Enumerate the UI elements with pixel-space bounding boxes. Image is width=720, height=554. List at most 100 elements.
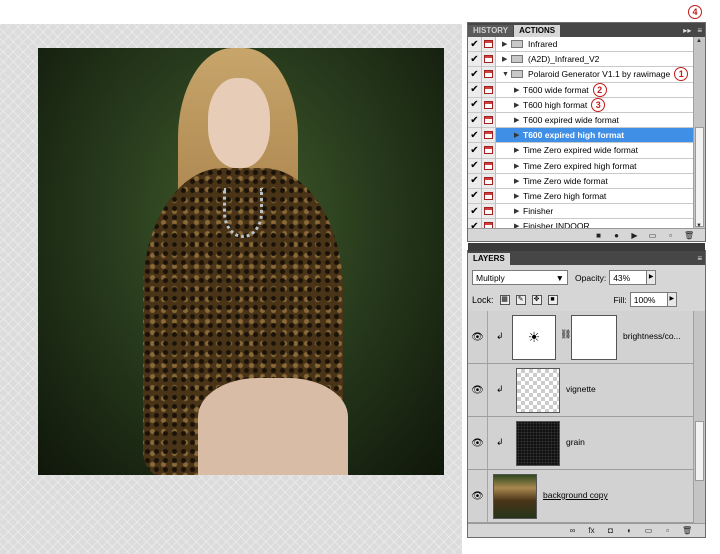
action-row[interactable]: ✔ ▶ T600 expired high format — [468, 127, 693, 144]
scroll-up-icon[interactable]: ▲ — [696, 38, 702, 44]
delete-icon[interactable]: 🗑 — [684, 231, 694, 240]
expand-right-icon[interactable]: ▶ — [514, 162, 523, 170]
play-icon[interactable]: ▶ — [630, 231, 639, 240]
new-action-icon[interactable]: ▫ — [666, 231, 675, 240]
action-row[interactable]: ✔ ▶ Time Zero expired wide format — [468, 142, 693, 159]
expand-right-icon[interactable]: ▶ — [514, 192, 523, 200]
layer-mask-thumbnail[interactable] — [571, 315, 617, 360]
new-layer-icon[interactable]: ▫ — [663, 526, 672, 535]
link-icon[interactable]: ⛓ — [560, 329, 571, 340]
lock-position-icon[interactable]: ✥ — [531, 294, 542, 305]
add-mask-icon[interactable]: ◘ — [606, 526, 615, 535]
action-row[interactable]: ✔ ▶ T600 wide format 2 — [468, 82, 693, 98]
action-label: Time Zero high format — [523, 190, 607, 201]
toggle-check-icon[interactable]: ✔ — [468, 112, 482, 128]
dialog-toggle-icon[interactable] — [482, 37, 496, 52]
collapse-panel-icon[interactable]: ▸▸ — [680, 25, 694, 37]
lock-all-icon[interactable]: ■ — [547, 294, 558, 305]
dialog-toggle-icon[interactable] — [482, 158, 496, 174]
new-group-icon[interactable]: ▭ — [644, 526, 653, 535]
layer-row[interactable]: 👁 background copy — [468, 470, 693, 523]
action-row[interactable]: ✔ ▶ Time Zero expired high format — [468, 158, 693, 174]
toggle-check-icon[interactable]: ✔ — [468, 97, 482, 113]
adjustment-layer-icon[interactable]: ◐ — [625, 526, 634, 535]
expand-down-icon[interactable]: ▼ — [502, 71, 511, 78]
scroll-thumb[interactable] — [695, 421, 704, 481]
record-icon[interactable]: ● — [612, 231, 621, 240]
expand-right-icon[interactable]: ▶ — [514, 207, 523, 215]
toggle-check-icon[interactable]: ✔ — [468, 203, 482, 219]
dialog-toggle-icon[interactable] — [482, 142, 496, 158]
dialog-toggle-icon[interactable] — [482, 97, 496, 113]
panel-menu-icon[interactable]: ≡ — [694, 25, 705, 37]
toggle-check-icon[interactable]: ✔ — [468, 51, 482, 67]
expand-right-icon[interactable]: ▶ — [514, 116, 523, 124]
layer-name[interactable]: background copy — [543, 490, 608, 500]
dialog-toggle-icon[interactable] — [482, 82, 496, 98]
dialog-toggle-icon[interactable] — [482, 127, 496, 143]
toggle-check-icon[interactable]: ✔ — [468, 66, 482, 82]
adjustment-thumbnail: ☀ — [512, 315, 556, 360]
toggle-check-icon[interactable]: ✔ — [468, 127, 482, 143]
expand-right-icon[interactable]: ▶ — [514, 131, 523, 139]
layer-name[interactable]: vignette — [566, 384, 596, 394]
action-set-row[interactable]: ✔ ▼ Polaroid Generator V1.1 by rawimage 1 — [468, 66, 693, 83]
layers-scrollbar[interactable] — [693, 311, 705, 523]
visibility-eye-icon[interactable]: 👁 — [468, 364, 488, 416]
visibility-eye-icon[interactable]: 👁 — [468, 470, 488, 522]
new-set-icon[interactable]: ▭ — [648, 231, 657, 240]
toggle-check-icon[interactable]: ✔ — [468, 158, 482, 174]
layer-row[interactable]: 👁 ↲ ☀ ⛓ brightness/co... — [468, 311, 693, 364]
expand-right-icon[interactable]: ▶ — [502, 55, 511, 63]
opacity-label: Opacity: — [575, 272, 607, 283]
toggle-check-icon[interactable]: ✔ — [468, 142, 482, 158]
toggle-check-icon[interactable]: ✔ — [468, 82, 482, 98]
panel-menu-icon[interactable]: ≡ — [694, 253, 705, 265]
delete-icon[interactable]: 🗑 — [682, 526, 692, 535]
scroll-thumb[interactable] — [695, 127, 704, 227]
layer-row[interactable]: 👁 ↲ grain — [468, 417, 693, 470]
layer-name[interactable]: brightness/co... — [623, 331, 681, 341]
fill-field[interactable]: 100% — [629, 292, 668, 307]
layer-row[interactable]: 👁 ↲ vignette — [468, 364, 693, 417]
expand-right-icon[interactable]: ▶ — [514, 177, 523, 185]
action-row[interactable]: ✔ ▶ Time Zero wide format — [468, 173, 693, 189]
expand-right-icon[interactable]: ▶ — [514, 101, 523, 109]
actions-scrollbar[interactable]: ▲ ▼ — [693, 37, 705, 230]
fx-icon[interactable]: fx — [587, 526, 596, 535]
action-row[interactable]: ✔ ▶ T600 high format 3 — [468, 97, 693, 113]
toggle-check-icon[interactable]: ✔ — [468, 37, 482, 52]
tab-actions[interactable]: ACTIONS — [514, 25, 561, 37]
toggle-check-icon[interactable]: ✔ — [468, 173, 482, 189]
dialog-toggle-icon[interactable] — [482, 173, 496, 189]
layer-name[interactable]: grain — [566, 437, 585, 447]
action-row[interactable]: ✔ ▶ Finisher — [468, 203, 693, 220]
visibility-eye-icon[interactable]: 👁 — [468, 311, 488, 363]
tab-history[interactable]: HISTORY — [468, 25, 514, 37]
visibility-eye-icon[interactable]: 👁 — [468, 417, 488, 469]
document-canvas[interactable] — [0, 24, 462, 554]
expand-right-icon[interactable]: ▶ — [502, 40, 511, 48]
action-row[interactable]: ✔ ▶ T600 expired wide format — [468, 112, 693, 129]
dialog-toggle-icon[interactable] — [482, 203, 496, 219]
action-set-row[interactable]: ✔ ▶ (A2D)_Infrared_V2 — [468, 51, 693, 68]
dialog-toggle-icon[interactable] — [482, 188, 496, 204]
opacity-field[interactable]: 43% — [609, 270, 648, 285]
dialog-toggle-icon[interactable] — [482, 112, 496, 128]
toggle-check-icon[interactable]: ✔ — [468, 188, 482, 204]
lock-transparency-icon[interactable]: ▦ — [499, 294, 510, 305]
dialog-toggle-icon[interactable] — [482, 66, 496, 82]
opacity-slider-button[interactable]: ▶ — [647, 270, 657, 285]
blend-row: Multiply ▼ Opacity: 43% ▶ — [472, 269, 701, 286]
action-set-row[interactable]: ✔ ▶ Infrared — [468, 37, 693, 53]
action-row[interactable]: ✔ ▶ Time Zero high format — [468, 188, 693, 205]
link-layers-icon[interactable]: ∞ — [568, 526, 577, 535]
blend-mode-select[interactable]: Multiply ▼ — [472, 270, 568, 285]
expand-right-icon[interactable]: ▶ — [514, 146, 523, 154]
tab-layers[interactable]: LAYERS — [468, 253, 510, 265]
stop-icon[interactable]: ■ — [594, 231, 603, 240]
fill-slider-button[interactable]: ▶ — [667, 292, 677, 307]
dialog-toggle-icon[interactable] — [482, 51, 496, 67]
lock-pixels-icon[interactable]: ✎ — [515, 294, 526, 305]
expand-right-icon[interactable]: ▶ — [514, 86, 523, 94]
